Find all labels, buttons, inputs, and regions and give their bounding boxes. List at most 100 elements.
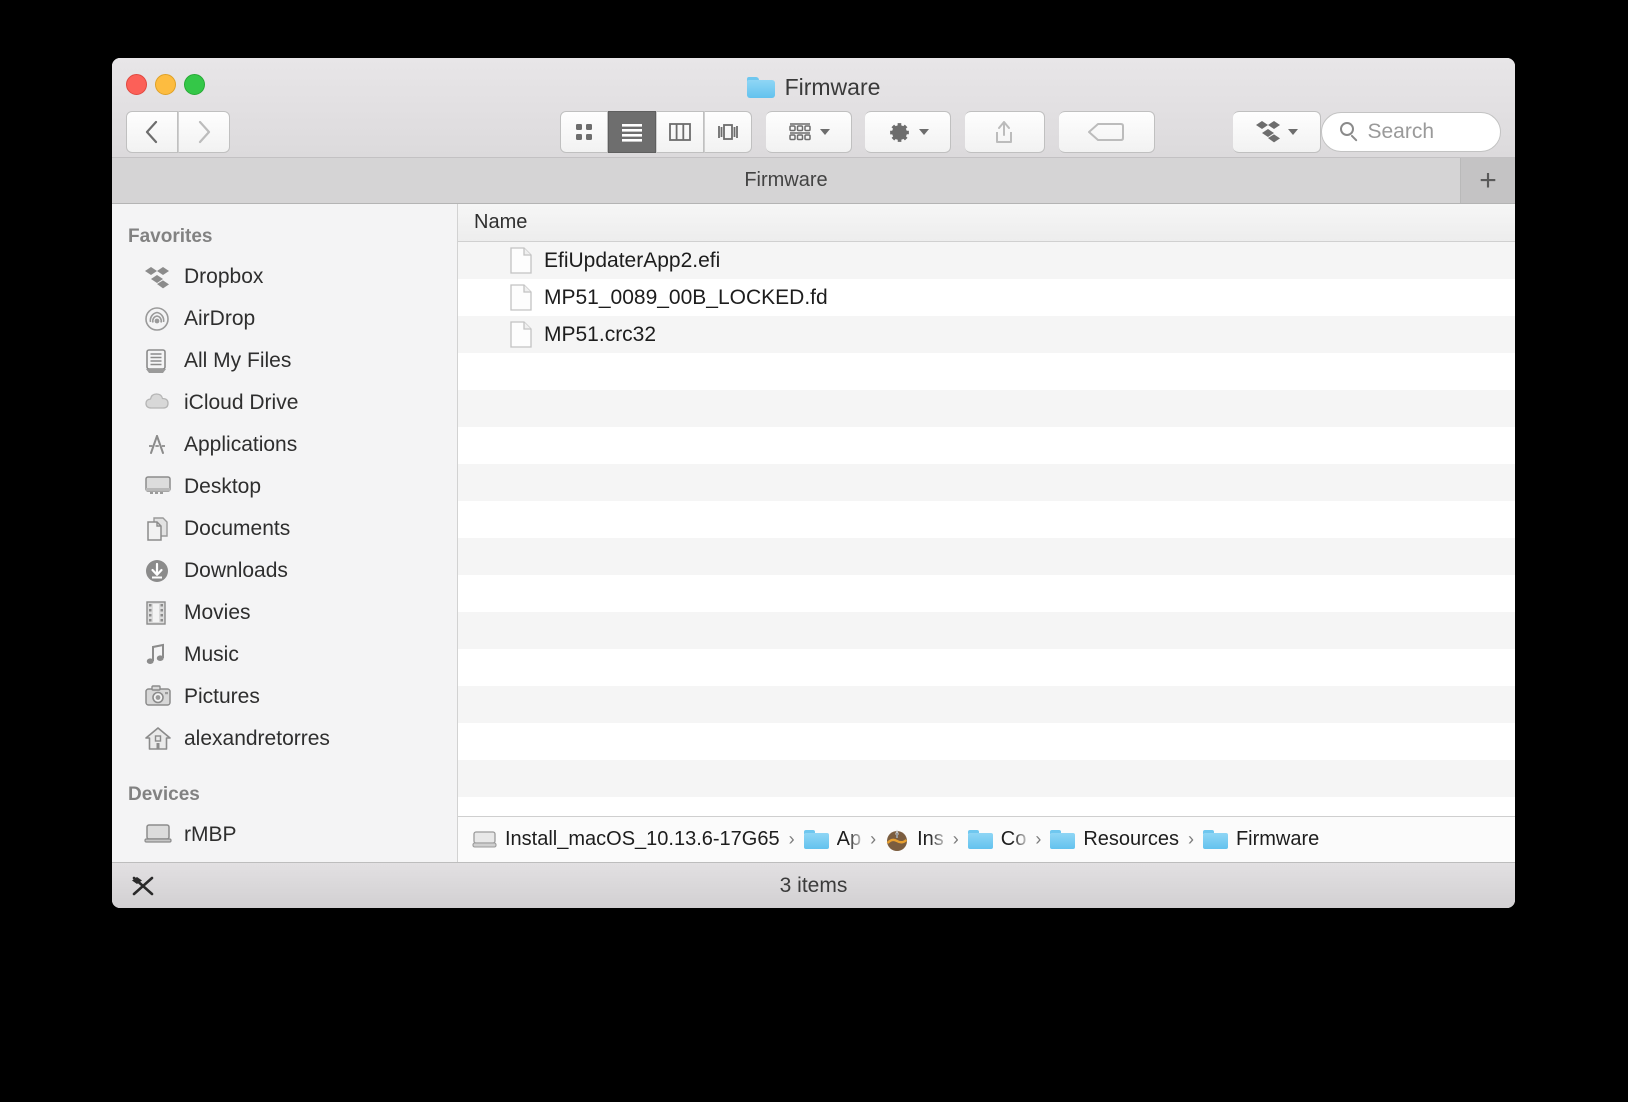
breadcrumb-label: Firmware bbox=[1235, 828, 1320, 850]
sidebar: Favorites Dropbox AirDrop All My Files i… bbox=[112, 204, 458, 862]
sidebar-item-label: Movies bbox=[184, 601, 251, 624]
toolbar: Search bbox=[112, 106, 1515, 158]
window-title: Firmware bbox=[112, 74, 1515, 101]
sidebar-item-label: iCloud Drive bbox=[184, 391, 299, 414]
disk-icon bbox=[472, 829, 497, 850]
breadcrumb-separator: › bbox=[1187, 829, 1194, 849]
sidebar-item-rmbp[interactable]: rMBP bbox=[112, 814, 457, 856]
item-count: 3 items bbox=[779, 873, 848, 897]
file-name: MP51_0089_00B_LOCKED.fd bbox=[544, 285, 828, 309]
breadcrumb-separator: › bbox=[788, 829, 795, 849]
search-placeholder: Search bbox=[1367, 120, 1435, 143]
empty-row bbox=[458, 649, 1515, 686]
sidebar-item-label: Desktop bbox=[184, 475, 262, 498]
sidebar-item-label: Music bbox=[184, 643, 239, 666]
empty-row bbox=[458, 390, 1515, 427]
column-header-name[interactable]: Name bbox=[474, 211, 527, 234]
share-group bbox=[964, 111, 1045, 153]
sidebar-item-documents[interactable]: Documents bbox=[112, 508, 457, 550]
action-button[interactable] bbox=[865, 111, 952, 153]
sidebar-item-label: All My Files bbox=[184, 349, 292, 372]
empty-row bbox=[458, 501, 1515, 538]
empty-row bbox=[458, 427, 1515, 464]
tags-button[interactable] bbox=[1058, 111, 1155, 153]
sidebar-item-label: Downloads bbox=[184, 559, 288, 582]
sidebar-item-all-my-files[interactable]: All My Files bbox=[112, 340, 457, 382]
sidebar-item-desktop[interactable]: Desktop bbox=[112, 466, 457, 508]
status-bar: 3 items bbox=[112, 862, 1515, 908]
chevron-down-icon bbox=[918, 129, 929, 135]
breadcrumb-item-resources[interactable]: Resources bbox=[1050, 828, 1179, 851]
sidebar-item-music[interactable]: Music bbox=[112, 634, 457, 676]
file-list-header: Name bbox=[458, 204, 1515, 242]
view-mode-buttons bbox=[560, 111, 752, 153]
forward-button[interactable] bbox=[178, 111, 230, 153]
dropbox-group bbox=[1232, 111, 1321, 153]
table-row[interactable]: MP51_0089_00B_LOCKED.fd bbox=[458, 279, 1515, 316]
title-bar: Firmware Search bbox=[112, 58, 1515, 158]
search-icon bbox=[1339, 122, 1354, 136]
sidebar-item-label: Documents bbox=[184, 517, 291, 540]
arrange-icon bbox=[788, 123, 811, 141]
share-button[interactable] bbox=[964, 111, 1045, 153]
sidebar-item-airdrop[interactable]: AirDrop bbox=[112, 298, 457, 340]
sidebar-item-label: alexandretorres bbox=[184, 727, 330, 750]
window-title-label: Firmware bbox=[784, 74, 881, 100]
airdrop-icon bbox=[144, 306, 170, 332]
breadcrumb-separator: › bbox=[952, 829, 959, 849]
dropbox-unsynced-icon[interactable] bbox=[130, 873, 156, 899]
icon-view-button[interactable] bbox=[560, 111, 608, 153]
window-body: Favorites Dropbox AirDrop All My Files i… bbox=[112, 204, 1515, 862]
sidebar-item-movies[interactable]: Movies bbox=[112, 592, 457, 634]
icloud-icon bbox=[144, 390, 170, 416]
back-button[interactable] bbox=[126, 111, 178, 153]
document-icon bbox=[510, 321, 532, 348]
breadcrumb-label: Install_macOS_10.13.6-17G65 bbox=[505, 828, 780, 850]
share-icon bbox=[996, 121, 1013, 143]
sidebar-item-dropbox[interactable]: Dropbox bbox=[112, 256, 457, 298]
sidebar-item-applications[interactable]: Applications bbox=[112, 424, 457, 466]
table-row[interactable]: EfiUpdaterApp2.efi bbox=[458, 242, 1515, 279]
column-view-button[interactable] bbox=[656, 111, 704, 153]
empty-row bbox=[458, 464, 1515, 501]
home-icon bbox=[144, 726, 171, 752]
sidebar-item-pictures[interactable]: Pictures bbox=[112, 676, 457, 718]
new-tab-label: + bbox=[1479, 163, 1497, 197]
breadcrumb-label: Ap bbox=[836, 828, 862, 850]
empty-row bbox=[458, 760, 1515, 797]
table-row[interactable]: MP51.crc32 bbox=[458, 316, 1515, 353]
tab-firmware[interactable]: Firmware bbox=[112, 158, 1461, 203]
search-field[interactable]: Search bbox=[1320, 112, 1502, 152]
breadcrumb-item-firmware[interactable]: Firmware bbox=[1202, 828, 1320, 851]
gear-icon bbox=[889, 122, 909, 142]
sidebar-item-home[interactable]: alexandretorres bbox=[112, 718, 457, 760]
action-group bbox=[865, 111, 952, 153]
breadcrumb-item-contents[interactable]: Co bbox=[967, 828, 1026, 851]
documents-icon bbox=[144, 516, 170, 542]
breadcrumb-item-applications[interactable]: Ap bbox=[803, 828, 862, 851]
dropbox-button[interactable] bbox=[1232, 111, 1321, 153]
breadcrumb-item-disk[interactable]: Install_macOS_10.13.6-17G65 bbox=[472, 828, 780, 851]
list-view-button[interactable] bbox=[608, 111, 656, 153]
folder-icon bbox=[967, 830, 993, 849]
sidebar-item-icloud-drive[interactable]: iCloud Drive bbox=[112, 382, 457, 424]
tag-icon bbox=[1088, 123, 1124, 141]
folder-icon bbox=[803, 830, 829, 849]
new-tab-button[interactable]: + bbox=[1461, 158, 1515, 203]
dropbox-icon bbox=[144, 264, 170, 290]
file-list-pane: Name EfiUpdaterApp2.efi MP51_0089_00B_LO… bbox=[458, 204, 1515, 862]
breadcrumb-item-installer-app[interactable]: Ins bbox=[885, 828, 944, 852]
coverflow-view-button[interactable] bbox=[704, 111, 752, 153]
sidebar-item-downloads[interactable]: Downloads bbox=[112, 550, 457, 592]
breadcrumb-separator: › bbox=[870, 829, 877, 849]
arrange-button[interactable] bbox=[765, 111, 852, 153]
navigation-buttons bbox=[126, 111, 230, 153]
file-list-rows[interactable]: EfiUpdaterApp2.efi MP51_0089_00B_LOCKED.… bbox=[458, 242, 1515, 816]
app-icon bbox=[885, 828, 909, 852]
music-icon bbox=[144, 642, 170, 668]
empty-row bbox=[458, 797, 1515, 816]
sidebar-item-label: AirDrop bbox=[184, 307, 256, 330]
movies-icon bbox=[144, 600, 170, 626]
breadcrumb: Install_macOS_10.13.6-17G65 › Ap › Ins ›… bbox=[458, 816, 1515, 862]
all-my-files-icon bbox=[144, 348, 170, 374]
